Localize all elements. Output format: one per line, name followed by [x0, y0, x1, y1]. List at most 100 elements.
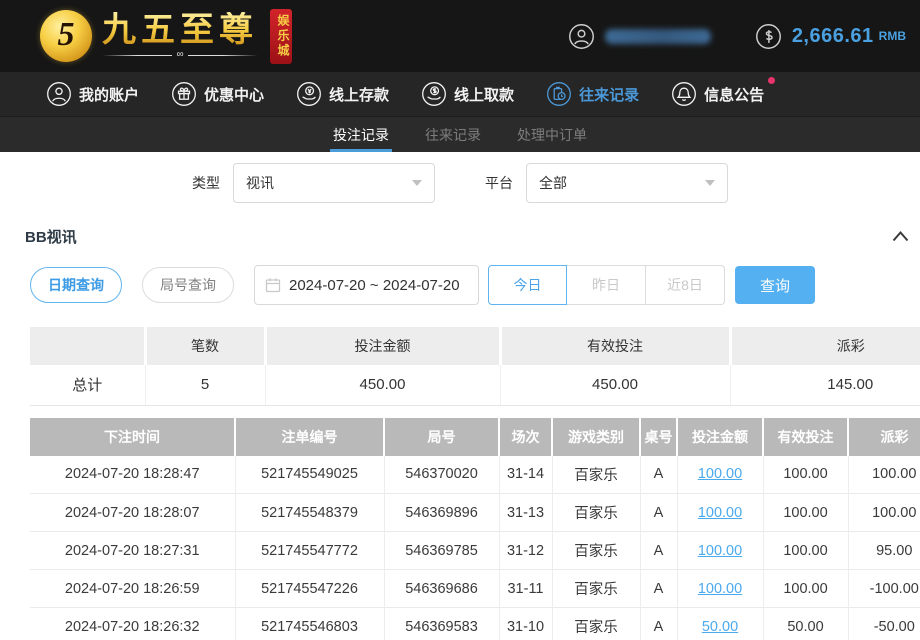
nav-label: 我的账户	[79, 84, 139, 105]
cell-valid: 100.00	[763, 494, 848, 532]
type-filter-label: 类型	[192, 173, 220, 193]
summary-table-wrap: 笔数 投注金额 有效投注 派彩 总计 5 450.00 450.00 145.0…	[30, 327, 920, 406]
date-query-button[interactable]: 日期查询	[30, 267, 122, 303]
cell-desk: A	[640, 532, 677, 570]
nav-item-withdraw[interactable]: 线上取款	[421, 81, 514, 107]
header-time: 下注时间	[30, 418, 235, 456]
summary-table: 笔数 投注金额 有效投注 派彩 总计 5 450.00 450.00 145.0…	[30, 327, 920, 406]
cell-session: 31-14	[499, 456, 552, 494]
cell-session: 31-10	[499, 608, 552, 640]
cell-round: 546369583	[384, 608, 499, 640]
bet-amount-link[interactable]: 100.00	[698, 505, 742, 521]
brand-text: 九五至尊 ∞	[102, 12, 258, 60]
nav-item-promotions[interactable]: 优惠中心	[171, 81, 264, 107]
payout-cell: -50.00	[848, 608, 920, 640]
type-select[interactable]: 视讯	[233, 163, 435, 203]
nav-label: 线上取款	[454, 84, 514, 105]
balance-amount: 2,666.61	[792, 25, 874, 48]
nav-item-my-account[interactable]: 我的账户	[46, 81, 139, 107]
last-8-days-button[interactable]: 近8日	[646, 265, 725, 305]
cell-session: 31-12	[499, 532, 552, 570]
search-button[interactable]: 查询	[735, 266, 815, 304]
bet-amount-link[interactable]: 100.00	[698, 581, 742, 597]
cell-round: 546369785	[384, 532, 499, 570]
logo-monogram: 5	[58, 16, 75, 54]
bet-amount-link[interactable]: 100.00	[698, 466, 742, 482]
cell-bet: 100.00	[677, 494, 763, 532]
cell-time: 2024-07-20 18:27:31	[30, 532, 235, 570]
header-desk: 桌号	[640, 418, 677, 456]
cell-round: 546370020	[384, 456, 499, 494]
summary-header-blank	[30, 327, 145, 365]
filter-row: 类型 视讯 平台 全部	[0, 163, 920, 203]
tab-pending-orders[interactable]: 处理中订单	[514, 117, 590, 152]
summary-bet: 450.00	[265, 365, 500, 405]
bet-amount-link[interactable]: 100.00	[698, 543, 742, 559]
cell-order: 521745549025	[235, 456, 384, 494]
summary-header-count: 笔数	[145, 327, 265, 365]
platform-select[interactable]: 全部	[526, 163, 728, 203]
cell-bet: 100.00	[677, 570, 763, 608]
username-redacted[interactable]	[605, 29, 711, 44]
cell-desk: A	[640, 570, 677, 608]
nav-label: 优惠中心	[204, 84, 264, 105]
summary-header-valid: 有效投注	[500, 327, 730, 365]
round-query-button[interactable]: 局号查询	[142, 267, 234, 303]
bet-amount-link[interactable]: 50.00	[702, 619, 738, 635]
section-header: BB视讯	[0, 223, 920, 249]
cell-time: 2024-07-20 18:26:32	[30, 608, 235, 640]
cell-desk: A	[640, 494, 677, 532]
user-icon	[46, 81, 72, 107]
nav-item-transaction-records[interactable]: 往来记录	[546, 81, 639, 107]
nav-item-announcements[interactable]: 信息公告	[671, 81, 764, 107]
today-button[interactable]: 今日	[488, 265, 567, 305]
nav-item-deposit[interactable]: 线上存款	[296, 81, 389, 107]
user-avatar-icon[interactable]	[568, 23, 595, 50]
notification-dot	[768, 77, 775, 84]
nav-label: 线上存款	[329, 84, 389, 105]
cell-order: 521745547772	[235, 532, 384, 570]
account-area: 2,666.61 RMB	[568, 23, 906, 50]
balance-currency: RMB	[879, 29, 906, 43]
caret-down-icon	[412, 180, 422, 186]
query-toolbar: 日期查询 局号查询 2024-07-20 ~ 2024-07-20 今日 昨日 …	[30, 265, 920, 305]
cell-session: 31-13	[499, 494, 552, 532]
cell-order: 521745547226	[235, 570, 384, 608]
tab-bet-records[interactable]: 投注记录	[330, 117, 392, 152]
cell-game: 百家乐	[552, 570, 640, 608]
records-table-wrap: 下注时间 注单编号 局号 场次 游戏类别 桌号 投注金额 有效投注 派彩 202…	[30, 418, 920, 640]
top-header: 5 九五至尊 ∞ 娱乐城	[0, 0, 920, 72]
cell-round: 546369896	[384, 494, 499, 532]
table-row: 2024-07-20 18:28:47 521745549025 5463700…	[30, 456, 920, 494]
payout-cell: 100.00	[848, 456, 920, 494]
wallet-dollar-icon[interactable]	[755, 23, 782, 50]
brand-badge: 娱乐城	[270, 9, 292, 64]
yesterday-button[interactable]: 昨日	[567, 265, 646, 305]
header-order: 注单编号	[235, 418, 384, 456]
cell-valid: 100.00	[763, 532, 848, 570]
summary-total-row: 总计 5 450.00 450.00 145.00	[30, 365, 920, 405]
summary-payout: 145.00	[730, 365, 920, 405]
cell-desk: A	[640, 456, 677, 494]
collapse-chevron-up-icon[interactable]	[891, 229, 910, 243]
brand-logo[interactable]: 5 九五至尊 ∞ 娱乐城	[40, 9, 292, 64]
table-row: 2024-07-20 18:26:59 521745547226 5463696…	[30, 570, 920, 608]
payout-cell: 95.00	[848, 532, 920, 570]
quick-range-group: 今日 昨日 近8日	[489, 265, 725, 305]
summary-count: 5	[145, 365, 265, 405]
nav-label: 往来记录	[579, 84, 639, 105]
tab-transaction-records[interactable]: 往来记录	[422, 117, 484, 152]
platform-filter-label: 平台	[485, 173, 513, 193]
cell-order: 521745546803	[235, 608, 384, 640]
cell-game: 百家乐	[552, 494, 640, 532]
bell-icon	[671, 81, 697, 107]
table-row: 2024-07-20 18:28:07 521745548379 5463698…	[30, 494, 920, 532]
cell-valid: 50.00	[763, 608, 848, 640]
records-table: 下注时间 注单编号 局号 场次 游戏类别 桌号 投注金额 有效投注 派彩 202…	[30, 418, 920, 640]
cell-bet: 100.00	[677, 456, 763, 494]
nav-label: 信息公告	[704, 84, 764, 105]
date-range-input[interactable]: 2024-07-20 ~ 2024-07-20	[254, 265, 479, 305]
cell-order: 521745548379	[235, 494, 384, 532]
header-payout: 派彩	[848, 418, 920, 456]
header-session: 场次	[499, 418, 552, 456]
